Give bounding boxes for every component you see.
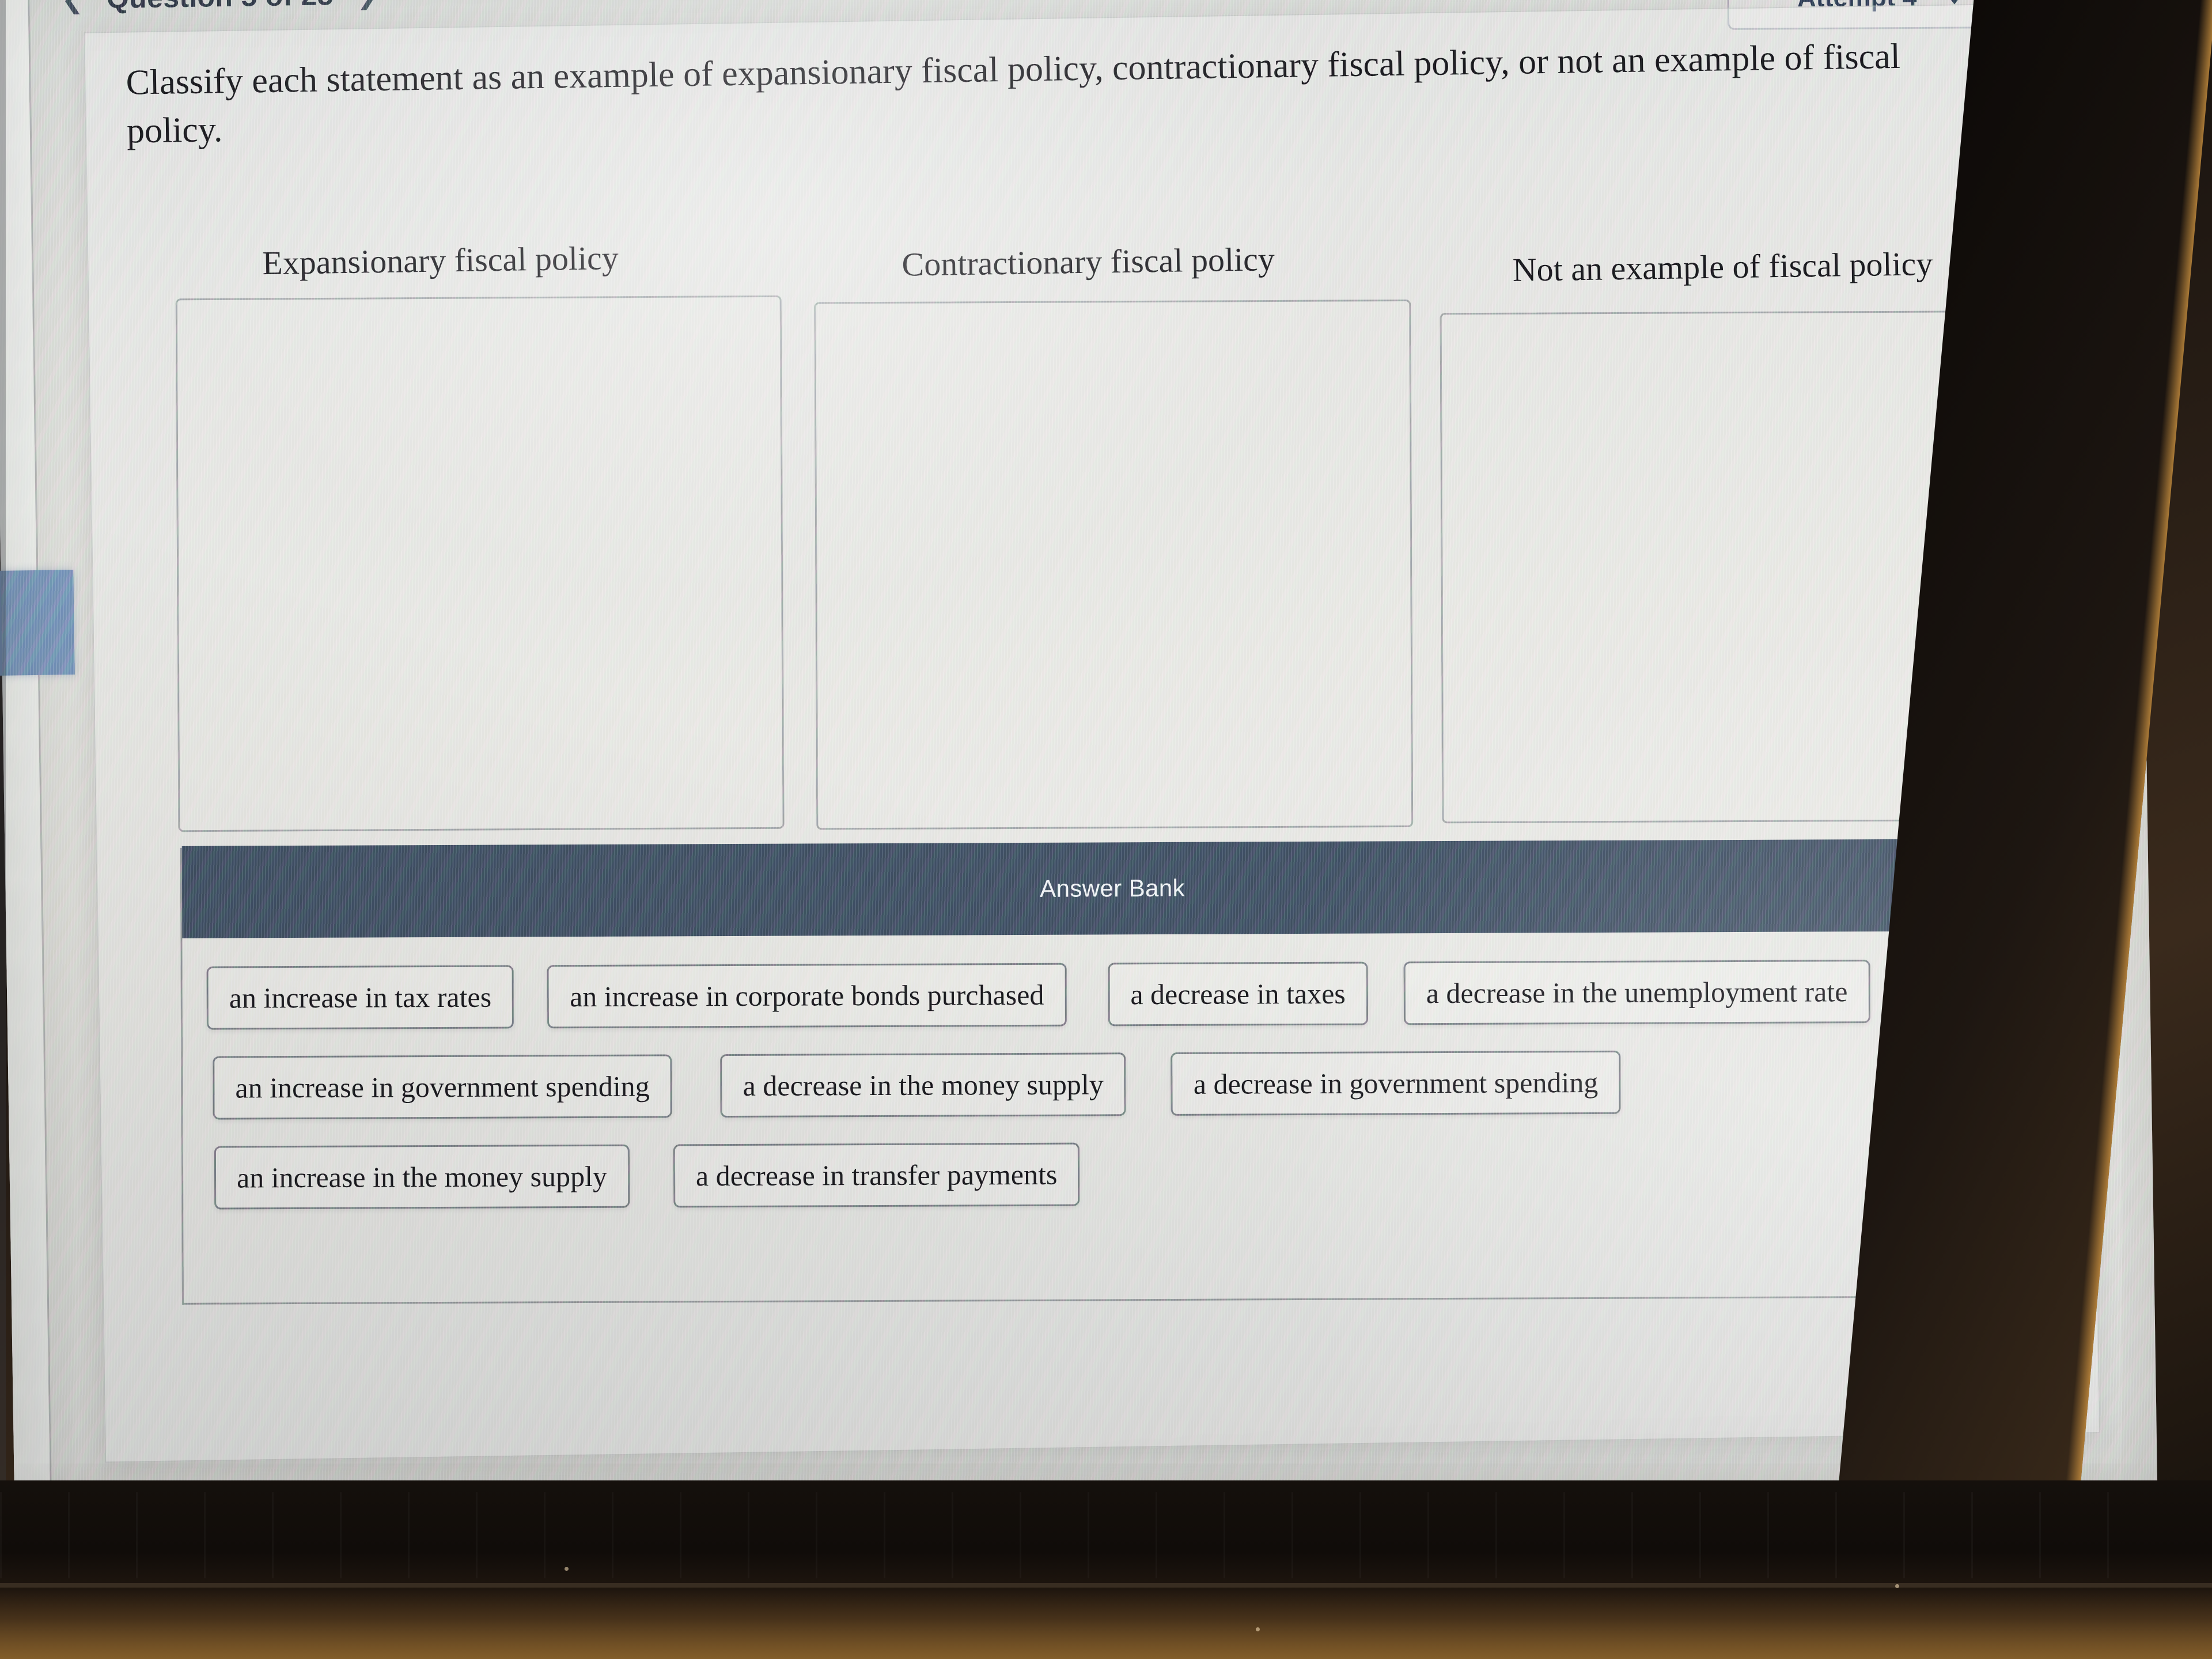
left-bezel [0,0,6,1498]
question-counter: Question 5 of 25 [107,0,334,15]
laptop-keyboard-deck [0,1480,2212,1659]
keyboard-key-row [0,1492,2131,1578]
laptop-photo-scene: ❮ Question 5 of 25 ❯ Attempt 4 Classify … [0,0,2212,1659]
answer-bank-row: an increase in the money supply a decrea… [203,1139,2024,1210]
answer-tile[interactable]: a decrease in the money supply [720,1052,1127,1118]
answer-bank: Answer Bank an increase in tax rates an … [180,838,2046,1305]
answer-tile[interactable]: a decrease in transfer payments [673,1142,1080,1208]
answer-tile[interactable]: a decrease in taxes [1108,961,1369,1027]
answer-tile[interactable]: a decrease in the unemployment rate [1403,960,1870,1025]
category-heading-expansionary: Expansionary fiscal policy [262,238,619,282]
answer-bank-row: an increase in government spending a dec… [202,1049,2024,1120]
answer-tile[interactable]: an increase in tax rates [206,965,514,1030]
answer-bank-title: Answer Bank [1040,874,1185,902]
answer-bank-row: an increase in tax rates an increase in … [202,959,2024,1030]
deck-speck [1256,1627,1260,1631]
deck-speck [565,1567,569,1571]
chevron-left-icon[interactable]: ❮ [61,0,84,14]
deck-speck [1895,1584,1899,1588]
left-rail [0,0,50,1490]
hinge-highlight [0,1583,2212,1588]
answer-bank-body: an increase in tax rates an increase in … [182,933,2044,1303]
drop-zone-expansionary[interactable] [175,295,785,832]
answer-tile[interactable]: a decrease in government spending [1171,1050,1621,1116]
drop-zone-contractionary[interactable] [814,299,1414,830]
deck-glow [0,1590,2212,1659]
rail-active-indicator[interactable] [0,570,75,676]
laptop-screen: ❮ Question 5 of 25 ❯ Attempt 4 Classify … [0,0,2158,1513]
answer-bank-header: Answer Bank [181,838,2043,938]
answer-tile[interactable]: an increase in the money supply [214,1144,630,1210]
category-heading-not-fiscal: Not an example of fiscal policy [1512,245,1933,289]
answer-tile[interactable]: an increase in government spending [213,1054,672,1120]
chevron-right-icon[interactable]: ❯ [356,0,378,10]
category-heading-contractionary: Contractionary fiscal policy [902,240,1275,283]
answer-tile[interactable]: an increase in corporate bonds purchased [547,963,1067,1029]
